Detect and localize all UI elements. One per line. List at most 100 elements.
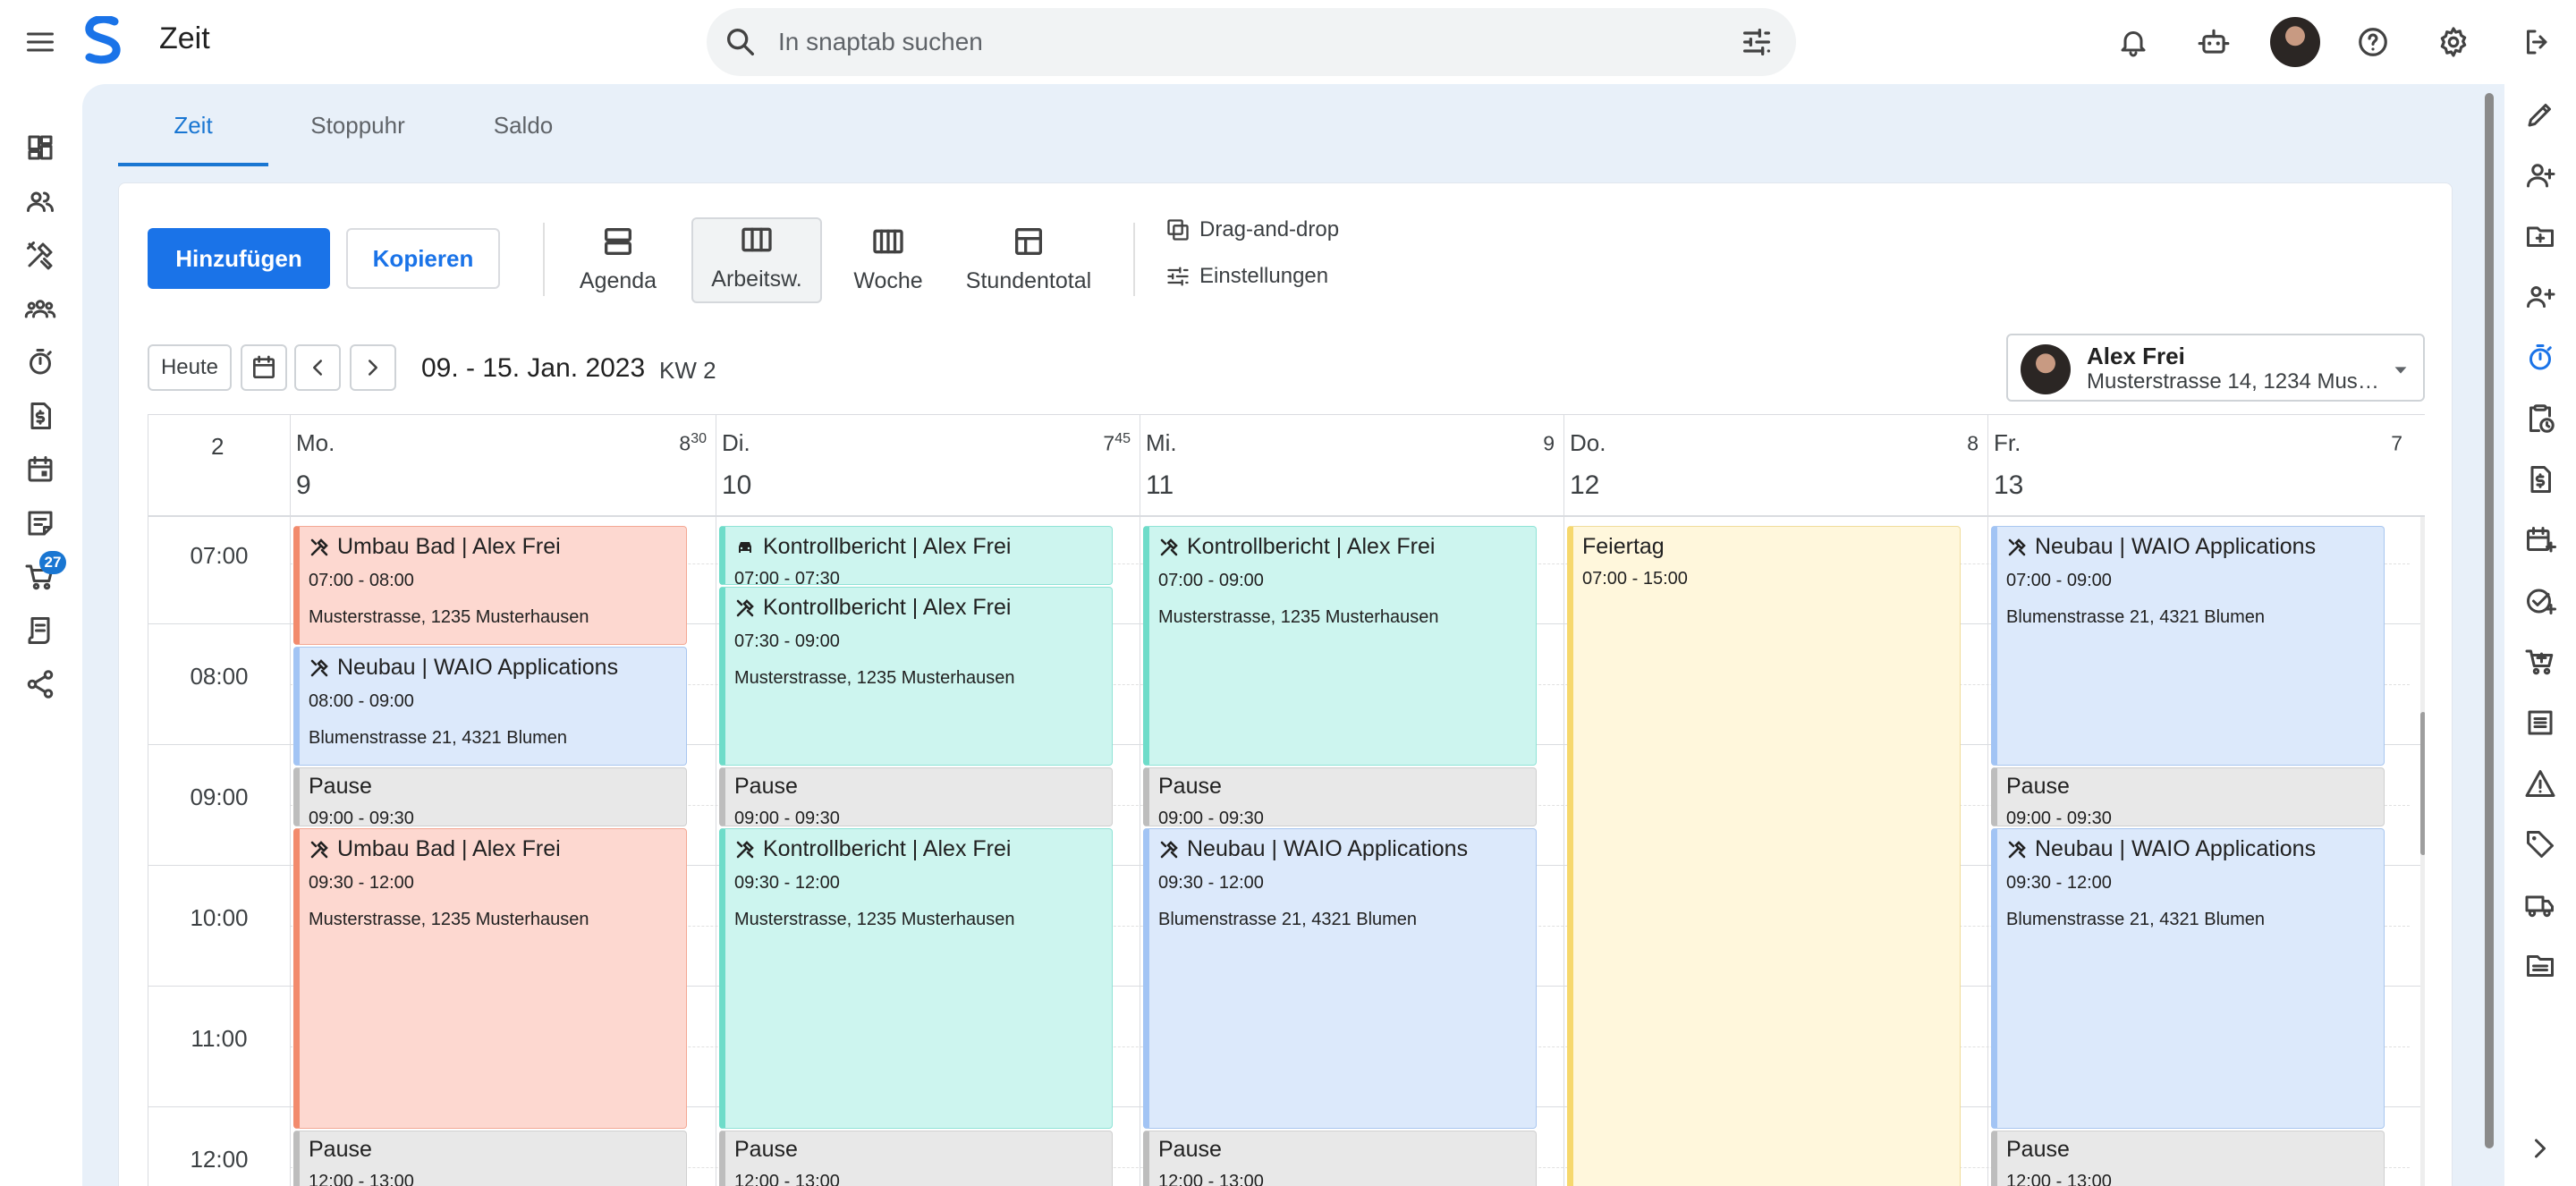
day-name: Do.: [1570, 429, 1606, 456]
settings-gear-icon[interactable]: [2433, 21, 2474, 63]
page-scrollbar[interactable]: [2485, 93, 2494, 1148]
cart-badge: 27: [39, 551, 66, 574]
view-workweek-button[interactable]: Arbeitsw.: [691, 217, 822, 303]
help-icon[interactable]: [2352, 21, 2394, 63]
tab-saldo[interactable]: Saldo: [447, 84, 599, 166]
event-title: Neubau | WAIO Applications: [1187, 836, 1469, 861]
add-task-icon[interactable]: [2521, 581, 2560, 621]
drag-and-drop-toggle[interactable]: Drag-and-drop: [1165, 217, 1339, 242]
logout-icon[interactable]: [2517, 21, 2558, 63]
calendar-event-break[interactable]: Pause 09:00 - 09:30: [293, 767, 687, 826]
sidebar-item-dashboard[interactable]: [20, 127, 61, 168]
add-button[interactable]: Hinzufügen: [148, 228, 330, 289]
event-title: Neubau | WAIO Applications: [337, 655, 619, 680]
search-bar[interactable]: In snaptab suchen: [707, 8, 1796, 76]
right-sidebar: [2504, 84, 2576, 1186]
event-time: 07:00 - 09:00: [2006, 571, 2112, 590]
calendar-event[interactable]: Kontrollbericht | Alex Frei 07:00 - 07:3…: [719, 526, 1113, 585]
notifications-bell-icon[interactable]: [2113, 21, 2154, 63]
user-avatar[interactable]: [2270, 17, 2320, 67]
calendar-event-break[interactable]: Pause 09:00 - 09:30: [719, 767, 1113, 826]
menu-icon[interactable]: [18, 20, 63, 64]
day-header-tuesday[interactable]: Di. 10 745: [716, 415, 1140, 517]
event-title: Neubau | WAIO Applications: [2035, 534, 2317, 559]
sidebar-item-invoices[interactable]: [20, 395, 61, 436]
sidebar-item-contacts[interactable]: [20, 181, 61, 222]
stopwatch-icon[interactable]: [2521, 338, 2560, 377]
day-header-friday[interactable]: Fr. 13 7: [1987, 415, 2411, 517]
next-week-button[interactable]: [350, 344, 396, 391]
delivery-truck-icon[interactable]: [2521, 885, 2560, 925]
add-event-icon[interactable]: [2521, 521, 2560, 560]
calendar-event[interactable]: Neubau | WAIO Applications 09:30 - 12:00…: [1143, 828, 1537, 1129]
filter-sliders-icon[interactable]: [1739, 24, 1775, 60]
sidebar-item-team[interactable]: [20, 288, 61, 329]
event-time: 07:00 - 07:30: [734, 569, 840, 585]
week-number: KW 2: [659, 357, 716, 384]
calendar-event-break[interactable]: Pause 12:00 - 13:00: [719, 1131, 1113, 1186]
view-agenda-button[interactable]: Agenda: [575, 217, 661, 303]
warning-icon[interactable]: [2521, 764, 2560, 803]
add-invoice-icon[interactable]: [2521, 460, 2560, 499]
previous-week-button[interactable]: [294, 344, 341, 391]
tag-icon[interactable]: [2521, 825, 2560, 864]
search-input[interactable]: In snaptab suchen: [778, 28, 983, 56]
add-contact-icon[interactable]: [2521, 156, 2560, 195]
chevron-right-icon[interactable]: [2521, 1129, 2560, 1168]
day-header-thursday[interactable]: Do. 12 8: [1563, 415, 1987, 517]
bot-icon[interactable]: [2193, 21, 2234, 63]
calendar-event[interactable]: Umbau Bad | Alex Frei 07:00 - 08:00 Must…: [293, 526, 687, 645]
calendar-event[interactable]: Umbau Bad | Alex Frei 09:30 - 12:00 Must…: [293, 828, 687, 1129]
today-button[interactable]: Heute: [148, 344, 232, 391]
calendar-event[interactable]: Kontrollbericht | Alex Frei 09:30 - 12:0…: [719, 828, 1113, 1129]
notes-icon: [28, 511, 53, 536]
sidebar-item-notes[interactable]: [20, 503, 61, 544]
calendar-event-break[interactable]: Pause 12:00 - 13:00: [1991, 1131, 2385, 1186]
calendar-event-break[interactable]: Pause 09:00 - 09:30: [1991, 767, 2385, 826]
day-header-monday[interactable]: Mo. 9 830: [290, 415, 716, 517]
event-title: Pause: [1158, 774, 1222, 799]
sidebar-item-share[interactable]: [20, 664, 61, 705]
sidebar-item-time[interactable]: [20, 342, 61, 383]
settings-button[interactable]: Einstellungen: [1165, 264, 1328, 289]
calendar-event[interactable]: Neubau | WAIO Applications 09:30 - 12:00…: [1991, 828, 2385, 1129]
sidebar-item-orders[interactable]: 27: [20, 551, 66, 597]
sidebar-item-projects[interactable]: [20, 234, 61, 275]
calendar-scrollbar-thumb[interactable]: [2420, 712, 2425, 855]
tab-stoppuhr[interactable]: Stoppuhr: [268, 84, 447, 166]
calendar-event-break[interactable]: Pause 09:00 - 09:30: [1143, 767, 1537, 826]
calendar-event[interactable]: Neubau | WAIO Applications 08:00 - 09:00…: [293, 647, 687, 766]
calendar-event-holiday[interactable]: Feiertag 07:00 - 15:00: [1567, 526, 1961, 1186]
snaptab-logo[interactable]: [82, 16, 123, 66]
settings-label: Einstellungen: [1199, 264, 1329, 288]
calendar-event-break[interactable]: Pause 12:00 - 13:00: [1143, 1131, 1537, 1186]
left-sidebar: 27: [0, 84, 82, 1186]
edit-pencil-icon[interactable]: [2521, 95, 2560, 134]
date-picker-button[interactable]: [241, 344, 287, 391]
calendar-scrollbar[interactable]: [2420, 517, 2425, 1186]
folder-list-icon[interactable]: [2521, 946, 2560, 986]
calendar-event[interactable]: Kontrollbericht | Alex Frei 07:30 - 09:0…: [719, 587, 1113, 766]
day-header-wednesday[interactable]: Mi. 11 9: [1140, 415, 1563, 517]
sidebar-item-receipts[interactable]: [20, 610, 61, 651]
event-title: Neubau | WAIO Applications: [2035, 836, 2317, 861]
clipboard-time-icon[interactable]: [2521, 399, 2560, 438]
calendar-event[interactable]: Kontrollbericht | Alex Frei 07:00 - 09:0…: [1143, 526, 1537, 766]
search-icon[interactable]: [723, 24, 758, 60]
copy-button[interactable]: Kopieren: [346, 228, 500, 289]
employee-name: Alex Frei: [2087, 343, 2185, 369]
event-location: Blumenstrasse 21, 4321 Blumen: [309, 728, 568, 748]
tab-zeit[interactable]: Zeit: [118, 84, 268, 166]
add-to-cart-icon[interactable]: [2521, 642, 2560, 682]
view-week-button[interactable]: Woche: [835, 217, 942, 303]
calendar-event[interactable]: Neubau | WAIO Applications 07:00 - 09:00…: [1991, 526, 2385, 766]
employee-select[interactable]: Alex Frei Musterstrasse 14, 1234 Musterh…: [2006, 334, 2425, 402]
list-icon[interactable]: [2521, 703, 2560, 742]
sidebar-item-calendar[interactable]: [20, 449, 61, 490]
add-folder-icon[interactable]: [2521, 216, 2560, 256]
calendar-event-break[interactable]: Pause 12:00 - 13:00: [293, 1131, 687, 1186]
tools-icon: [27, 241, 53, 270]
view-total-hours-button[interactable]: Stundentotal: [953, 217, 1105, 303]
event-location: Blumenstrasse 21, 4321 Blumen: [2006, 607, 2266, 627]
add-group-icon[interactable]: [2521, 277, 2560, 317]
